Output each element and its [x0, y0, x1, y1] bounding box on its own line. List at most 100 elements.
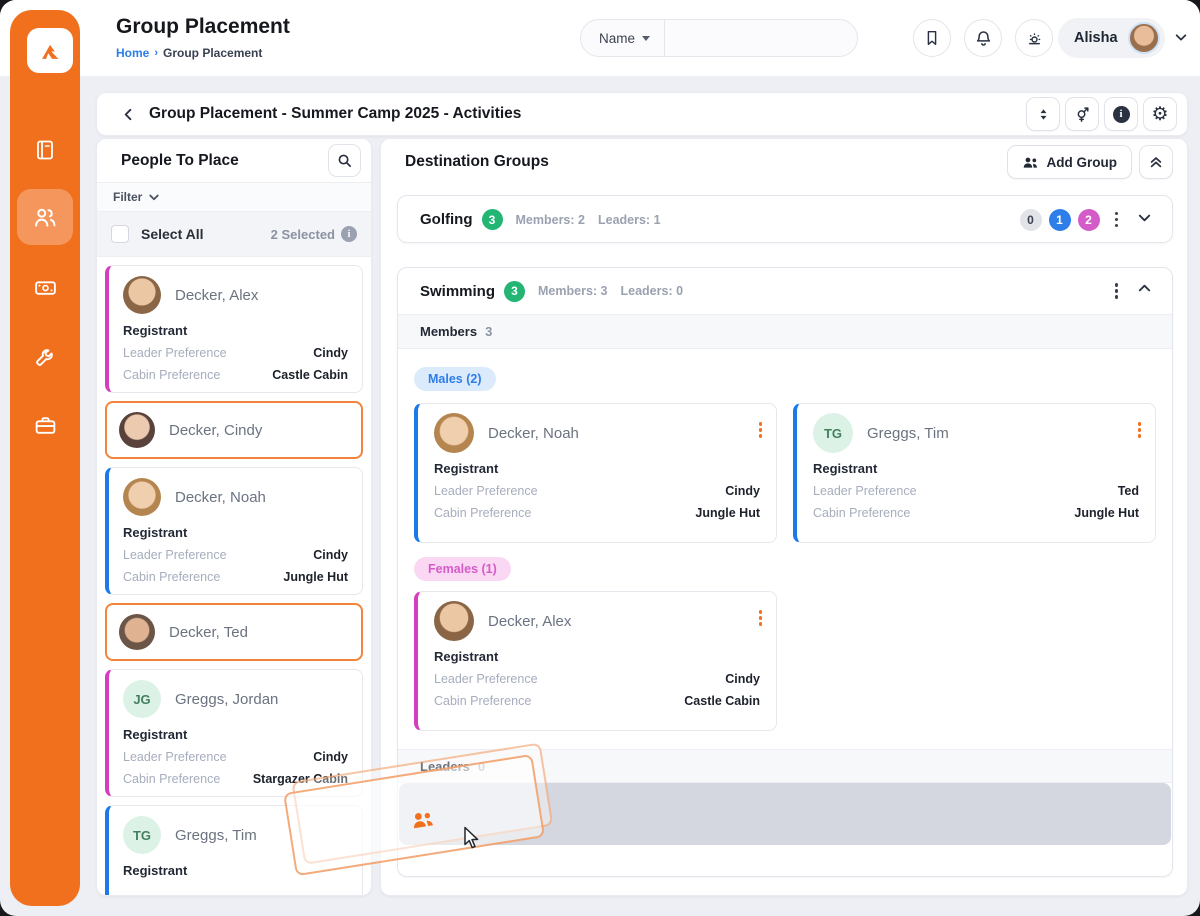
bell-icon	[974, 29, 993, 48]
cabin-preference-label: Cabin Preference	[434, 506, 531, 520]
people-search-button[interactable]	[328, 144, 361, 177]
add-group-icon	[1022, 155, 1039, 170]
collapse-all-button[interactable]	[1139, 145, 1173, 179]
sort-button[interactable]	[1026, 97, 1060, 131]
sidebar	[10, 10, 80, 906]
person-card-selected[interactable]: Decker, Ted	[105, 603, 363, 661]
search-input[interactable]	[665, 20, 870, 56]
groups-panel-title: Destination Groups	[405, 153, 549, 171]
back-button[interactable]	[115, 101, 141, 127]
people-list: Decker, Alex Registrant Leader Preferenc…	[97, 257, 371, 896]
females-pill: Females (1)	[414, 557, 511, 581]
notifications-button[interactable]	[964, 19, 1002, 57]
group-total-badge: 3	[504, 281, 525, 302]
brightness-icon	[1025, 29, 1044, 48]
user-chevron-down-icon[interactable]	[1174, 30, 1188, 49]
member-name: Decker, Noah	[488, 425, 579, 442]
group-card-golfing: Golfing 3 Members: 2 Leaders: 1 0 1 2	[397, 195, 1173, 243]
sidebar-item-payments[interactable]	[17, 259, 73, 315]
member-name: Greggs, Tim	[867, 425, 949, 442]
person-name: Greggs, Tim	[175, 827, 257, 844]
user-menu[interactable]: Alisha	[1058, 18, 1165, 58]
people-panel-header: People To Place	[97, 139, 371, 183]
add-group-label: Add Group	[1047, 155, 1118, 170]
search-category-label: Name	[599, 31, 635, 46]
breadcrumb: Home › Group Placement	[116, 46, 262, 60]
member-card[interactable]: Decker, Noah Registrant Leader Preferenc…	[414, 403, 777, 543]
member-card[interactable]: Decker, Alex Registrant Leader Preferenc…	[414, 591, 777, 731]
members-section-content: Males (2) Decker, Noah Registrant Leader…	[398, 349, 1172, 749]
leader-preference-value: Cindy	[313, 346, 348, 360]
leader-preference-label: Leader Preference	[434, 672, 538, 686]
sidebar-item-work[interactable]	[17, 397, 73, 453]
group-leaders-count: Leaders: 1	[598, 213, 661, 227]
member-menu-button[interactable]	[751, 418, 771, 442]
group-leaders-count: Leaders: 0	[621, 284, 684, 298]
settings-button[interactable]: ⚙	[1143, 97, 1177, 131]
sidebar-item-records[interactable]	[17, 122, 73, 178]
select-all-row: Select All 2 Selected i	[97, 212, 371, 257]
member-menu-button[interactable]	[751, 606, 771, 630]
info-icon: i	[1113, 106, 1130, 123]
wrench-icon	[33, 344, 58, 369]
person-role: Registrant	[123, 323, 348, 338]
caret-down-icon	[642, 36, 650, 41]
group-menu-button[interactable]	[1107, 208, 1127, 232]
person-avatar	[119, 614, 155, 650]
selected-info-icon[interactable]: i	[341, 226, 357, 242]
person-name: Decker, Cindy	[169, 422, 262, 439]
group-card-swimming: Swimming 3 Members: 3 Leaders: 0 Members…	[397, 267, 1173, 877]
add-group-button[interactable]: Add Group	[1007, 145, 1133, 179]
member-menu-button[interactable]	[1130, 418, 1150, 442]
males-pill: Males (2)	[414, 367, 496, 391]
member-name: Decker, Alex	[488, 613, 571, 630]
search-category-dropdown[interactable]: Name	[581, 20, 665, 56]
bookmark-button[interactable]	[913, 19, 951, 57]
members-section-label: Members	[420, 324, 477, 339]
select-all-checkbox[interactable]	[111, 225, 129, 243]
leader-preference-label: Leader Preference	[434, 484, 538, 498]
leaders-drop-zone[interactable]	[399, 783, 1171, 845]
person-name: Decker, Alex	[175, 287, 258, 304]
group-name: Swimming	[420, 283, 495, 300]
gender-icon	[1074, 106, 1091, 123]
breadcrumb-home-link[interactable]: Home	[116, 46, 149, 60]
cabin-preference-value: Castle Cabin	[272, 368, 348, 382]
people-icon	[32, 204, 58, 230]
theme-button[interactable]	[1015, 19, 1053, 57]
chevron-down-icon[interactable]	[1133, 210, 1156, 230]
bookmark-icon	[923, 29, 941, 47]
member-card[interactable]: TG Greggs, Tim Registrant Leader Prefere…	[793, 403, 1156, 543]
sidebar-item-people[interactable]	[17, 189, 73, 245]
cabin-preference-value: Stargazer Cabin	[253, 772, 348, 786]
group-menu-button[interactable]	[1107, 279, 1127, 303]
group-header-golfing[interactable]: Golfing 3 Members: 2 Leaders: 1 0 1 2	[398, 196, 1172, 243]
filter-label: Filter	[113, 190, 142, 204]
cabin-preference-label: Cabin Preference	[123, 772, 220, 786]
filter-dropdown[interactable]: Filter	[97, 183, 371, 212]
gender-view-button[interactable]	[1065, 97, 1099, 131]
members-section-bar: Members 3	[398, 315, 1172, 349]
person-role: Registrant	[123, 525, 348, 540]
cabin-preference-label: Cabin Preference	[813, 506, 910, 520]
member-role: Registrant	[813, 461, 1139, 476]
member-avatar	[434, 413, 474, 453]
chevron-up-icon[interactable]	[1133, 281, 1156, 301]
person-card-selected[interactable]: Decker, Cindy	[105, 401, 363, 459]
person-name: Decker, Ted	[169, 624, 248, 641]
person-card[interactable]: TG Greggs, Tim Registrant	[105, 805, 363, 896]
toolbar-actions: i ⚙	[1026, 97, 1177, 131]
person-card[interactable]: Decker, Noah Registrant Leader Preferenc…	[105, 467, 363, 595]
group-members-count: Members: 3	[538, 284, 607, 298]
count-badge-male: 1	[1049, 209, 1071, 231]
person-card[interactable]: JG Greggs, Jordan Registrant Leader Pref…	[105, 669, 363, 797]
members-section-count: 3	[485, 324, 492, 339]
double-chevron-up-icon	[1149, 155, 1163, 169]
person-avatar	[119, 412, 155, 448]
person-card[interactable]: Decker, Alex Registrant Leader Preferenc…	[105, 265, 363, 393]
info-button[interactable]: i	[1104, 97, 1138, 131]
app-logo[interactable]	[27, 28, 73, 73]
leaders-section-label: Leaders	[420, 759, 470, 774]
group-header-swimming[interactable]: Swimming 3 Members: 3 Leaders: 0	[398, 268, 1172, 315]
sidebar-item-tools[interactable]	[17, 328, 73, 384]
